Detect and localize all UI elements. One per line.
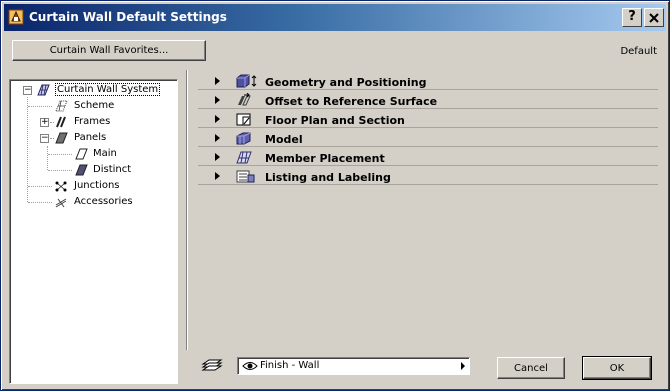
ok-button[interactable]: OK <box>582 356 652 380</box>
expand-arrow-icon[interactable] <box>215 172 220 180</box>
frames-icon <box>56 116 66 128</box>
tree-label-scheme: Scheme <box>74 100 115 111</box>
expand-arrow-icon[interactable] <box>215 115 220 123</box>
accessories-icon <box>55 198 67 208</box>
collapse-toggle-root[interactable]: − <box>23 86 32 95</box>
section-label: Model <box>265 133 303 146</box>
member-placement-icon <box>236 151 252 164</box>
curtain-wall-system-icon <box>37 84 50 96</box>
tree-label-root: Curtain Wall System <box>55 83 161 96</box>
section-label: Floor Plan and Section <box>265 114 405 127</box>
panels-icon <box>55 132 68 144</box>
layers-icon <box>201 359 223 371</box>
close-button[interactable] <box>644 8 664 27</box>
tree-item-curtain-wall-system[interactable]: Curtain Wall System <box>36 83 176 97</box>
section-floor-plan-and-section[interactable]: Floor Plan and Section <box>198 111 658 128</box>
tree-connector <box>50 122 54 123</box>
floor-plan-icon <box>236 113 251 126</box>
tree-label-main: Main <box>93 148 117 159</box>
offset-icon <box>238 93 251 106</box>
tree-label-frames: Frames <box>74 116 111 127</box>
settings-panel: Geometry and Positioning Offset to Refer… <box>187 70 664 350</box>
tree-item-main[interactable]: Main <box>74 147 174 161</box>
favorites-button[interactable]: Curtain Wall Favorites... <box>12 40 206 61</box>
model-icon <box>236 132 251 145</box>
distinct-panel-icon <box>75 164 88 176</box>
curtain-wall-app-icon <box>8 9 24 25</box>
section-listing-and-labeling[interactable]: Listing and Labeling <box>198 168 658 185</box>
scheme-icon <box>55 100 68 112</box>
section-offset-to-reference-surface[interactable]: Offset to Reference Surface <box>198 92 658 109</box>
tree-item-frames[interactable]: Frames <box>54 115 174 129</box>
tree-item-scheme[interactable]: Scheme <box>54 99 174 113</box>
help-button[interactable]: ? <box>622 8 642 27</box>
section-geometry-and-positioning[interactable]: Geometry and Positioning <box>198 73 658 90</box>
finish-dropdown[interactable]: Finish - Wall <box>237 357 470 375</box>
tree-connector <box>28 106 52 107</box>
expand-arrow-icon[interactable] <box>215 96 220 104</box>
main-panel-icon <box>75 148 88 160</box>
settings-tree[interactable]: − Curtain Wall System Scheme + Frames − <box>9 79 178 384</box>
tree-item-distinct[interactable]: Distinct <box>74 163 174 177</box>
tree-label-panels: Panels <box>74 132 107 143</box>
dialog-window: Curtain Wall Default Settings ? Curtain … <box>0 0 670 391</box>
close-icon <box>649 13 659 23</box>
junctions-icon <box>55 181 67 192</box>
tree-connector <box>48 170 72 171</box>
expand-arrow-icon[interactable] <box>215 134 220 142</box>
tree-item-junctions[interactable]: Junctions <box>54 179 174 193</box>
default-label: Default <box>620 46 657 57</box>
expand-arrow-icon[interactable] <box>215 77 220 85</box>
tree-connector <box>47 146 48 170</box>
section-label: Listing and Labeling <box>265 171 391 184</box>
window-title: Curtain Wall Default Settings <box>29 10 227 24</box>
tree-label-distinct: Distinct <box>93 164 132 175</box>
section-label: Member Placement <box>265 152 385 165</box>
cancel-button[interactable]: Cancel <box>497 357 565 379</box>
tree-label-accessories: Accessories <box>74 196 133 207</box>
section-member-placement[interactable]: Member Placement <box>198 149 658 166</box>
section-label: Offset to Reference Surface <box>265 95 438 108</box>
listing-icon <box>236 170 255 183</box>
tree-item-panels[interactable]: Panels <box>54 131 174 145</box>
tree-item-accessories[interactable]: Accessories <box>54 195 174 209</box>
finish-value: Finish - Wall <box>260 360 320 371</box>
eye-icon <box>242 362 258 370</box>
expand-arrow-icon[interactable] <box>215 153 220 161</box>
expand-toggle-frames[interactable]: + <box>40 118 49 127</box>
tree-connector <box>48 154 72 155</box>
dropdown-arrow-icon <box>461 362 465 370</box>
geometry-icon <box>236 74 257 88</box>
tree-label-junctions: Junctions <box>74 180 120 191</box>
tree-connector <box>28 202 52 203</box>
section-model[interactable]: Model <box>198 130 658 147</box>
collapse-toggle-panels[interactable]: − <box>40 134 49 143</box>
tree-connector <box>50 138 54 139</box>
section-label: Geometry and Positioning <box>265 76 427 89</box>
tree-connector <box>28 186 52 187</box>
title-bar[interactable]: Curtain Wall Default Settings ? <box>4 4 666 31</box>
